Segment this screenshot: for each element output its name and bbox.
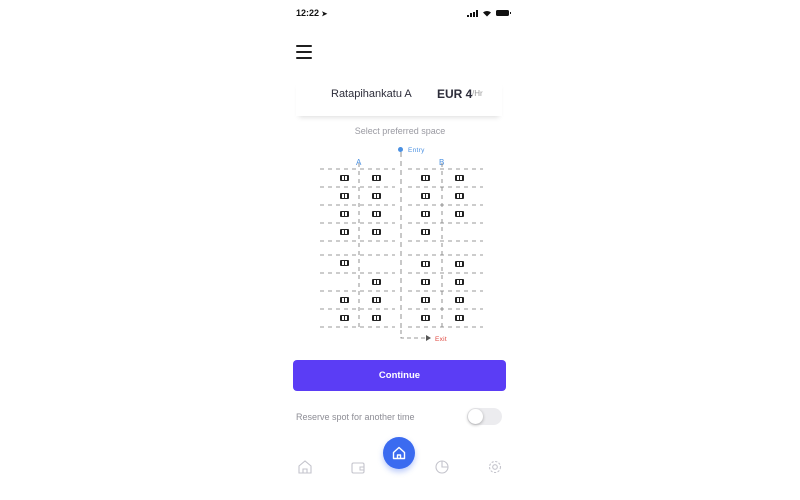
parked-car-icon[interactable] bbox=[372, 297, 381, 303]
reserve-label: Reserve spot for another time bbox=[296, 412, 415, 422]
parked-car-icon[interactable] bbox=[455, 261, 464, 267]
parked-car-icon[interactable] bbox=[372, 175, 381, 181]
parked-car-icon[interactable] bbox=[340, 193, 349, 199]
parked-car-icon[interactable] bbox=[455, 175, 464, 181]
parked-car-icon[interactable] bbox=[455, 297, 464, 303]
settings-icon[interactable] bbox=[487, 459, 503, 475]
parked-car-icon[interactable] bbox=[340, 229, 349, 235]
parked-car-icon[interactable] bbox=[372, 211, 381, 217]
wallet-icon[interactable] bbox=[350, 459, 366, 475]
parked-car-icon[interactable] bbox=[340, 211, 349, 217]
parked-car-icon[interactable] bbox=[340, 297, 349, 303]
parked-car-icon[interactable] bbox=[421, 175, 430, 181]
parked-car-icon[interactable] bbox=[421, 315, 430, 321]
home-icon[interactable] bbox=[383, 437, 415, 469]
parked-car-icon[interactable] bbox=[421, 193, 430, 199]
parked-car-icon[interactable] bbox=[340, 260, 349, 266]
parked-car-icon[interactable] bbox=[340, 315, 349, 321]
pie-chart-icon[interactable] bbox=[434, 459, 450, 475]
parked-car-icon[interactable] bbox=[421, 229, 430, 235]
parked-car-icon[interactable] bbox=[372, 279, 381, 285]
exit-arrow-icon bbox=[426, 335, 431, 341]
parking-lot-lines bbox=[320, 152, 483, 341]
exit-label: Exit bbox=[435, 336, 448, 343]
parked-car-icon[interactable] bbox=[421, 279, 430, 285]
parked-car-icon[interactable] bbox=[455, 211, 464, 217]
continue-button[interactable]: Continue bbox=[293, 360, 506, 391]
exit-path-line bbox=[400, 330, 425, 339]
parked-car-icon[interactable] bbox=[455, 279, 464, 285]
parked-car-icon[interactable] bbox=[455, 315, 464, 321]
parked-car-icon[interactable] bbox=[421, 261, 430, 267]
parked-car-icon[interactable] bbox=[372, 229, 381, 235]
parked-car-icon[interactable] bbox=[372, 315, 381, 321]
parked-car-icon[interactable] bbox=[421, 297, 430, 303]
parked-car-icon[interactable] bbox=[372, 193, 381, 199]
reserve-toggle[interactable] bbox=[467, 408, 502, 425]
parked-car-icon[interactable] bbox=[455, 193, 464, 199]
toggle-knob bbox=[468, 409, 483, 424]
parked-car-icon[interactable] bbox=[340, 175, 349, 181]
parked-car-icon[interactable] bbox=[421, 211, 430, 217]
home-outline-icon[interactable] bbox=[297, 459, 313, 475]
